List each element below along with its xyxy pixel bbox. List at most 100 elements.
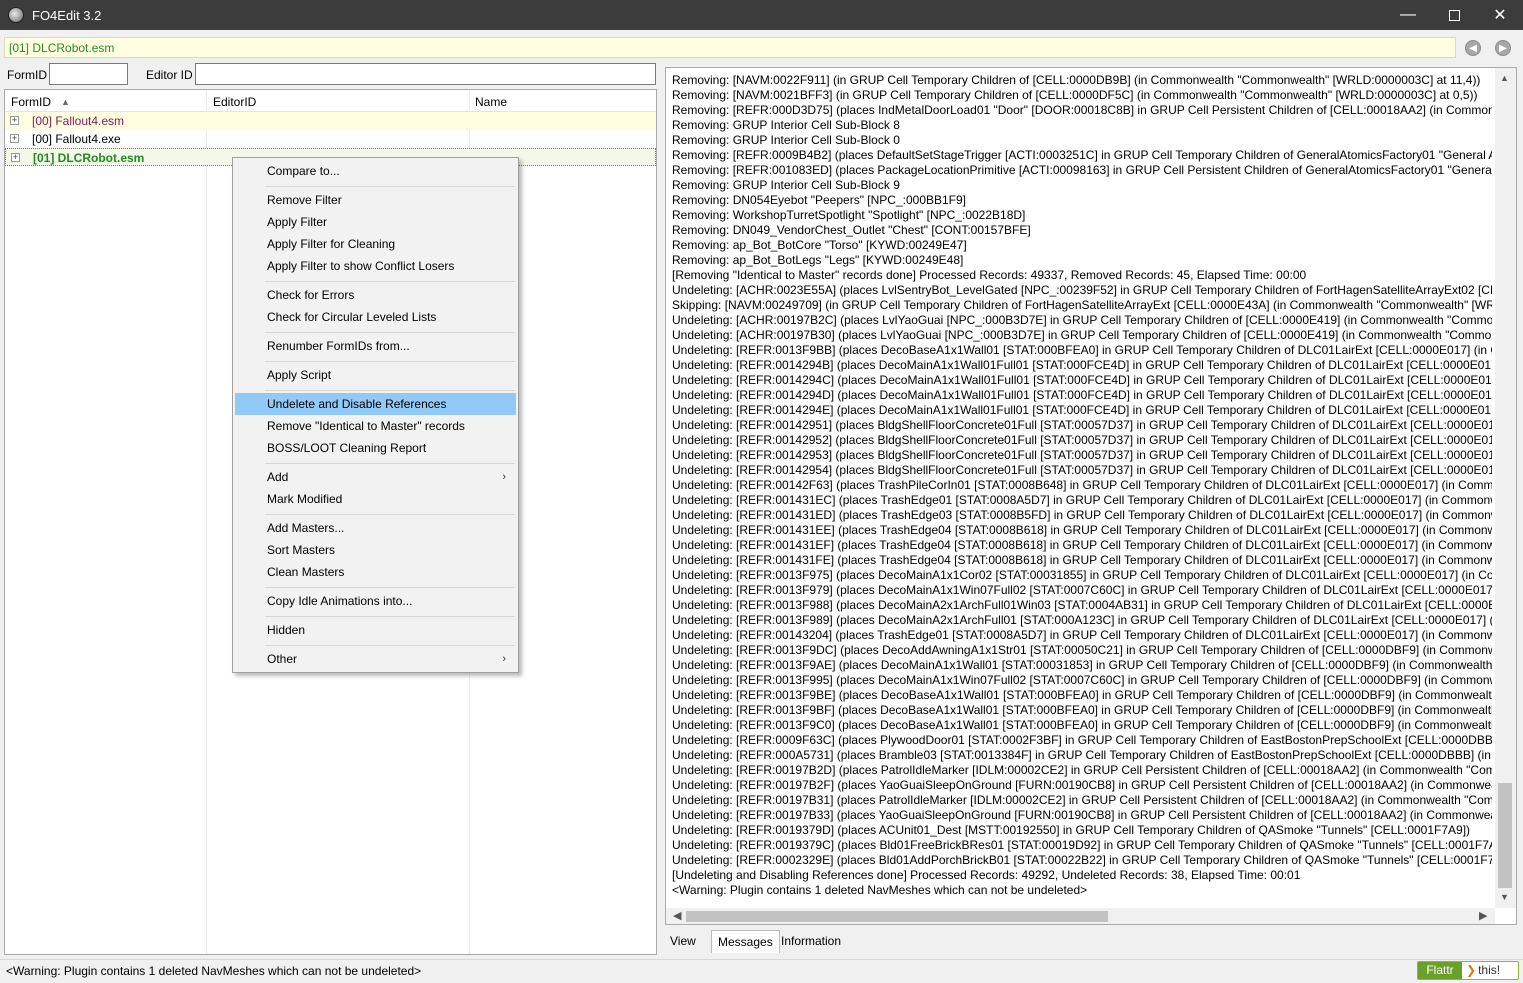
menu-separator [265,332,515,333]
menu-add-masters[interactable]: Add Masters... [235,517,516,539]
message-line: Undeleting: [REFR:0014294B] (places Deco… [672,358,1492,372]
tab-messages[interactable]: Messages [711,930,780,953]
menu-remove-filter[interactable]: Remove Filter [235,189,516,211]
message-line: Removing: WorkshopTurretSpotlight "Spotl… [672,208,1026,222]
message-line: Removing: ap_Bot_BotCore "Torso" [KYWD:0… [672,238,967,252]
message-line: Undeleting: [REFR:0013F979] (places Deco… [672,583,1492,597]
menu-undelete-disable-references[interactable]: Undelete and Disable References [235,393,516,415]
menu-separator [265,390,515,391]
expand-icon[interactable]: + [11,153,20,162]
message-line: Undeleting: [REFR:001431ED] (places Tras… [672,508,1492,522]
menu-apply-filter-cleaning[interactable]: Apply Filter for Cleaning [235,233,516,255]
column-editorid[interactable]: EditorID [213,95,256,109]
close-button[interactable]: ✕ [1477,0,1523,30]
window-title: FO4Edit 3.2 [32,7,102,23]
column-name[interactable]: Name [475,95,507,109]
message-line: Undeleting: [REFR:001431FE] (places Tras… [672,553,1492,567]
message-line: Undeleting: [REFR:00142951] (places Bldg… [672,418,1492,432]
message-line: Undeleting: [REFR:0013F989] (places Deco… [672,613,1492,627]
tab-information[interactable]: Information [775,930,847,953]
tree-row-fallout4-esm[interactable]: + [00] Fallout4.esm [5,112,656,130]
message-line: Undeleting: [REFR:000A5731] (places Bram… [672,748,1492,762]
message-line: Removing: [REFR:0009B4B2] (places Defaul… [672,148,1492,162]
menu-other[interactable]: Other › [235,648,516,670]
message-line: Undeleting: [REFR:00142953] (places Bldg… [672,448,1492,462]
menu-compare-to[interactable]: Compare to... [235,160,516,182]
menu-sort-masters[interactable]: Sort Masters [235,539,516,561]
message-line: Undeleting: [REFR:0014294E] (places Deco… [672,403,1492,417]
menu-other-label: Other [267,652,298,666]
message-line: Undeleting: [REFR:00197B31] (places Patr… [672,793,1492,807]
expand-icon[interactable]: + [10,116,19,125]
message-line: Removing: [NAVM:0021BFF3] (in GRUP Cell … [672,88,1478,102]
message-line: Undeleting: [REFR:00143204] (places Tras… [672,628,1492,642]
editorid-filter-input[interactable] [195,63,656,85]
menu-clean-masters[interactable]: Clean Masters [235,561,516,583]
message-line: [Undeleting and Disabling References don… [672,868,1301,882]
message-line: Removing: DN049_VendorChest_Outlet "Ches… [672,223,1031,237]
message-line: Undeleting: [REFR:001431EE] (places Tras… [672,523,1492,537]
horizontal-scrollbar[interactable]: ◀ ▶ [666,908,1495,924]
menu-separator [265,463,515,464]
message-line: Undeleting: [REFR:001431EC] (places Tras… [672,493,1492,507]
message-line: Undeleting: [REFR:001431EF] (places Tras… [672,538,1492,552]
formid-filter-input[interactable] [49,63,128,85]
minimize-button[interactable]: — [1385,0,1431,30]
scroll-thumb[interactable] [686,911,1108,922]
menu-hidden[interactable]: Hidden [235,619,516,641]
scroll-up-icon[interactable]: ▲ [1500,73,1509,83]
tab-view[interactable]: View [664,930,702,953]
menu-add[interactable]: Add › [235,466,516,488]
message-line: Undeleting: [REFR:0019379D] (places ACUn… [672,823,1471,837]
message-line: Removing: ap_Bot_BotLegs "Legs" [KYWD:00… [672,253,964,267]
message-line: Removing: [REFR:001083ED] (places Packag… [672,163,1492,177]
column-formid[interactable]: FormID [11,95,51,109]
flattr-this: ❯ this! [1466,963,1500,977]
submenu-arrow-icon: › [502,653,506,665]
scroll-down-icon[interactable]: ▼ [1500,892,1509,902]
expand-icon[interactable]: + [10,134,19,143]
menu-apply-script[interactable]: Apply Script [235,364,516,386]
message-line: Undeleting: [REFR:0019379C] (places Bld0… [672,838,1492,852]
message-line: Removing: GRUP Interior Cell Sub-Block 0 [672,133,900,147]
menu-separator [265,514,515,515]
back-button[interactable]: ◀ [1465,40,1481,56]
menu-separator [265,616,515,617]
menu-separator [265,186,515,187]
message-line: Undeleting: [REFR:0014294D] (places Deco… [672,388,1492,402]
message-line: <Warning: Plugin contains 1 deleted NavM… [672,883,1088,897]
menu-separator [265,281,515,282]
message-line: Removing: GRUP Interior Cell Sub-Block 9 [672,178,900,192]
maximize-button[interactable] [1431,0,1477,30]
message-line: Undeleting: [REFR:0009F63C] (places Plyw… [672,733,1492,747]
menu-remove-itm-records[interactable]: Remove "Identical to Master" records [235,415,516,437]
flattr-button[interactable]: Flattr ❯ this! [1417,961,1519,980]
menu-apply-filter[interactable]: Apply Filter [235,211,516,233]
menu-add-label: Add [267,470,289,484]
menu-renumber-formids[interactable]: Renumber FormIDs from... [235,335,516,357]
menu-apply-filter-conflict-losers[interactable]: Apply Filter to show Conflict Losers [235,255,516,277]
message-line: Removing: DN054Eyebot "Peepers" [NPC_:00… [672,193,967,207]
message-line: Undeleting: [REFR:0013F9BE] (places Deco… [672,688,1492,702]
sort-ascending-icon: ▲ [61,97,70,107]
menu-boss-loot-report[interactable]: BOSS/LOOT Cleaning Report [235,437,516,459]
message-line: [Removing "Identical to Master" records … [672,268,1307,282]
menu-mark-modified[interactable]: Mark Modified [235,488,516,510]
menu-check-circular-leveled-lists[interactable]: Check for Circular Leveled Lists [235,306,516,328]
message-line: Removing: [REFR:000D3D75] (places IndMet… [672,103,1492,117]
message-line: Undeleting: [ACHR:0023E55A] (places LvlS… [672,283,1492,297]
forward-button[interactable]: ▶ [1495,40,1511,56]
app-icon [8,7,24,23]
vertical-scrollbar[interactable]: ▲ ▼ [1495,68,1516,908]
message-line: Undeleting: [REFR:00142952] (places Bldg… [672,433,1492,447]
menu-check-errors[interactable]: Check for Errors [235,284,516,306]
scroll-right-icon[interactable]: ▶ [1479,909,1487,922]
scroll-thumb[interactable] [1498,783,1512,888]
scroll-left-icon[interactable]: ◀ [673,909,681,922]
tree-row-fallout4-exe[interactable]: + [00] Fallout4.exe [5,130,656,148]
menu-copy-idle-animations[interactable]: Copy Idle Animations into... [235,590,516,612]
message-line: Undeleting: [REFR:0014294C] (places Deco… [672,373,1492,387]
messages-panel[interactable]: Removing: [NAVM:0022F911] (in GRUP Cell … [665,67,1517,925]
menu-separator [265,645,515,646]
menu-separator [265,587,515,588]
